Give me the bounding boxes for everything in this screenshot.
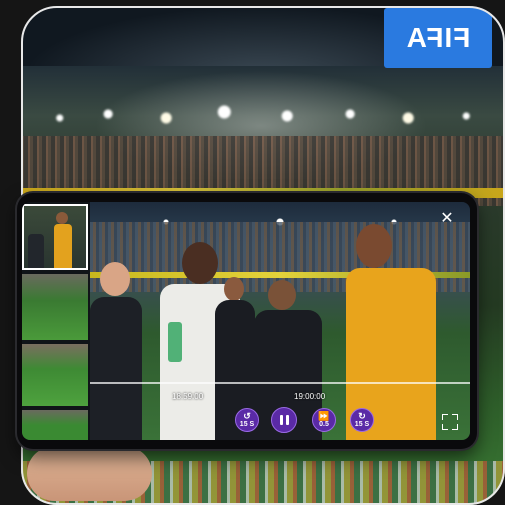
timestamp-right: 19:00:00 [294, 392, 326, 401]
camera-thumbnail[interactable] [22, 274, 88, 340]
pause-button[interactable] [271, 407, 297, 433]
camera-angle-list [22, 202, 90, 440]
video-player[interactable]: ✕ [90, 202, 470, 440]
pause-icon [279, 415, 289, 425]
timestamp-left: 18:59:00 [172, 392, 204, 401]
fifa-sign: FIFA [384, 8, 492, 68]
camera-thumbnail[interactable] [22, 344, 88, 406]
stadium-floodlights [21, 98, 505, 138]
playback-speed-icon: ⏩ [318, 411, 330, 421]
forward-15-button[interactable]: ↻ 15 S [350, 408, 374, 432]
camera-thumbnail[interactable] [22, 204, 88, 270]
rewind-15-icon: ↺ [243, 411, 251, 421]
close-button[interactable]: ✕ [436, 208, 458, 230]
rewind-15-button[interactable]: ↺ 15 S [235, 408, 259, 432]
close-icon: ✕ [440, 210, 454, 227]
camera-thumbnail[interactable] [22, 410, 88, 440]
phone: ✕ 18:59:00 19:00:00 ↺ 15 S ⏩ 0.5 ↻ 15 S [17, 193, 477, 449]
forward-15-icon: ↻ [358, 411, 366, 421]
timeline-bar[interactable] [90, 382, 470, 384]
phone-screen: ✕ 18:59:00 19:00:00 ↺ 15 S ⏩ 0.5 ↻ 15 S [22, 202, 470, 440]
hand [27, 446, 152, 501]
fullscreen-button[interactable] [442, 414, 458, 430]
playback-speed-button[interactable]: ⏩ 0.5 [312, 408, 336, 432]
